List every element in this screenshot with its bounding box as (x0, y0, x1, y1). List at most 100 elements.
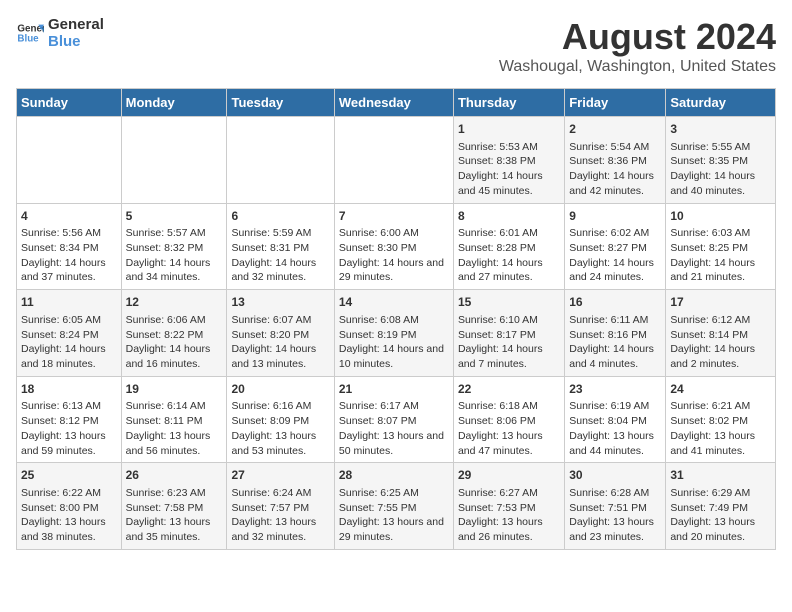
calendar-cell: 31Sunrise: 6:29 AMSunset: 7:49 PMDayligh… (666, 463, 776, 550)
day-detail: Sunset: 8:07 PM (339, 414, 449, 429)
day-detail: Sunrise: 5:53 AM (458, 140, 560, 155)
header-cell-friday: Friday (565, 89, 666, 117)
day-detail: Daylight: 14 hours and 21 minutes. (670, 256, 771, 285)
calendar-cell: 14Sunrise: 6:08 AMSunset: 8:19 PMDayligh… (334, 290, 453, 377)
subtitle: Washougal, Washington, United States (499, 58, 776, 76)
day-detail: Daylight: 14 hours and 24 minutes. (569, 256, 661, 285)
calendar-cell: 13Sunrise: 6:07 AMSunset: 8:20 PMDayligh… (227, 290, 334, 377)
day-detail: Sunset: 8:00 PM (21, 501, 117, 516)
day-detail: Daylight: 13 hours and 38 minutes. (21, 515, 117, 544)
day-number: 25 (21, 467, 117, 484)
day-detail: Sunrise: 6:29 AM (670, 486, 771, 501)
calendar-cell (17, 117, 122, 204)
day-number: 1 (458, 121, 560, 138)
day-detail: Sunset: 7:51 PM (569, 501, 661, 516)
day-number: 23 (569, 381, 661, 398)
calendar-cell: 18Sunrise: 6:13 AMSunset: 8:12 PMDayligh… (17, 376, 122, 463)
header-row: SundayMondayTuesdayWednesdayThursdayFrid… (17, 89, 776, 117)
day-number: 31 (670, 467, 771, 484)
day-detail: Sunset: 8:09 PM (231, 414, 329, 429)
day-detail: Sunrise: 6:25 AM (339, 486, 449, 501)
day-detail: Daylight: 13 hours and 32 minutes. (231, 515, 329, 544)
day-detail: Daylight: 14 hours and 13 minutes. (231, 342, 329, 371)
header-cell-monday: Monday (121, 89, 227, 117)
day-detail: Sunset: 8:19 PM (339, 328, 449, 343)
day-detail: Daylight: 13 hours and 26 minutes. (458, 515, 560, 544)
calendar-cell: 19Sunrise: 6:14 AMSunset: 8:11 PMDayligh… (121, 376, 227, 463)
header-cell-tuesday: Tuesday (227, 89, 334, 117)
day-number: 9 (569, 208, 661, 225)
logo: General Blue General Blue (16, 16, 104, 50)
day-detail: Sunset: 8:20 PM (231, 328, 329, 343)
calendar-cell: 7Sunrise: 6:00 AMSunset: 8:30 PMDaylight… (334, 203, 453, 290)
day-number: 21 (339, 381, 449, 398)
day-detail: Daylight: 13 hours and 35 minutes. (126, 515, 223, 544)
calendar-cell: 28Sunrise: 6:25 AMSunset: 7:55 PMDayligh… (334, 463, 453, 550)
day-number: 14 (339, 294, 449, 311)
calendar-cell: 4Sunrise: 5:56 AMSunset: 8:34 PMDaylight… (17, 203, 122, 290)
day-detail: Sunrise: 6:11 AM (569, 313, 661, 328)
day-detail: Sunset: 8:32 PM (126, 241, 223, 256)
day-detail: Sunrise: 6:06 AM (126, 313, 223, 328)
day-detail: Sunrise: 6:10 AM (458, 313, 560, 328)
calendar-cell: 9Sunrise: 6:02 AMSunset: 8:27 PMDaylight… (565, 203, 666, 290)
day-number: 13 (231, 294, 329, 311)
day-detail: Daylight: 13 hours and 53 minutes. (231, 429, 329, 458)
calendar-cell: 6Sunrise: 5:59 AMSunset: 8:31 PMDaylight… (227, 203, 334, 290)
calendar-cell: 23Sunrise: 6:19 AMSunset: 8:04 PMDayligh… (565, 376, 666, 463)
day-detail: Sunset: 7:58 PM (126, 501, 223, 516)
day-detail: Sunrise: 5:55 AM (670, 140, 771, 155)
calendar-cell: 21Sunrise: 6:17 AMSunset: 8:07 PMDayligh… (334, 376, 453, 463)
day-detail: Sunset: 8:25 PM (670, 241, 771, 256)
day-detail: Sunset: 8:12 PM (21, 414, 117, 429)
day-number: 3 (670, 121, 771, 138)
day-detail: Sunrise: 6:28 AM (569, 486, 661, 501)
day-detail: Daylight: 13 hours and 41 minutes. (670, 429, 771, 458)
day-detail: Sunset: 7:55 PM (339, 501, 449, 516)
day-detail: Sunset: 8:27 PM (569, 241, 661, 256)
day-detail: Daylight: 14 hours and 7 minutes. (458, 342, 560, 371)
calendar-cell: 30Sunrise: 6:28 AMSunset: 7:51 PMDayligh… (565, 463, 666, 550)
calendar-cell (227, 117, 334, 204)
day-detail: Daylight: 13 hours and 23 minutes. (569, 515, 661, 544)
day-detail: Sunset: 8:34 PM (21, 241, 117, 256)
day-detail: Sunrise: 6:08 AM (339, 313, 449, 328)
day-detail: Sunrise: 6:03 AM (670, 226, 771, 241)
day-detail: Daylight: 14 hours and 29 minutes. (339, 256, 449, 285)
day-detail: Sunrise: 6:02 AM (569, 226, 661, 241)
day-number: 29 (458, 467, 560, 484)
calendar-cell: 2Sunrise: 5:54 AMSunset: 8:36 PMDaylight… (565, 117, 666, 204)
calendar-cell: 15Sunrise: 6:10 AMSunset: 8:17 PMDayligh… (453, 290, 564, 377)
day-detail: Daylight: 14 hours and 45 minutes. (458, 169, 560, 198)
day-detail: Sunrise: 6:00 AM (339, 226, 449, 241)
day-number: 18 (21, 381, 117, 398)
calendar-cell: 16Sunrise: 6:11 AMSunset: 8:16 PMDayligh… (565, 290, 666, 377)
calendar-cell: 26Sunrise: 6:23 AMSunset: 7:58 PMDayligh… (121, 463, 227, 550)
day-detail: Sunset: 8:06 PM (458, 414, 560, 429)
day-detail: Sunset: 8:02 PM (670, 414, 771, 429)
day-detail: Sunrise: 5:54 AM (569, 140, 661, 155)
day-detail: Sunset: 8:14 PM (670, 328, 771, 343)
day-detail: Daylight: 14 hours and 27 minutes. (458, 256, 560, 285)
calendar-cell: 3Sunrise: 5:55 AMSunset: 8:35 PMDaylight… (666, 117, 776, 204)
calendar-cell: 17Sunrise: 6:12 AMSunset: 8:14 PMDayligh… (666, 290, 776, 377)
day-number: 11 (21, 294, 117, 311)
day-detail: Daylight: 13 hours and 47 minutes. (458, 429, 560, 458)
day-detail: Sunrise: 6:21 AM (670, 399, 771, 414)
calendar-cell: 10Sunrise: 6:03 AMSunset: 8:25 PMDayligh… (666, 203, 776, 290)
header: General Blue General Blue August 2024 Wa… (16, 16, 776, 76)
day-detail: Daylight: 13 hours and 20 minutes. (670, 515, 771, 544)
day-number: 10 (670, 208, 771, 225)
day-number: 24 (670, 381, 771, 398)
header-cell-saturday: Saturday (666, 89, 776, 117)
day-detail: Daylight: 13 hours and 59 minutes. (21, 429, 117, 458)
day-detail: Sunset: 8:31 PM (231, 241, 329, 256)
calendar-cell: 24Sunrise: 6:21 AMSunset: 8:02 PMDayligh… (666, 376, 776, 463)
day-detail: Sunset: 8:30 PM (339, 241, 449, 256)
day-detail: Sunset: 7:53 PM (458, 501, 560, 516)
calendar-cell: 8Sunrise: 6:01 AMSunset: 8:28 PMDaylight… (453, 203, 564, 290)
day-detail: Sunrise: 6:12 AM (670, 313, 771, 328)
day-detail: Daylight: 14 hours and 37 minutes. (21, 256, 117, 285)
logo-line1: General (48, 16, 104, 33)
day-number: 17 (670, 294, 771, 311)
